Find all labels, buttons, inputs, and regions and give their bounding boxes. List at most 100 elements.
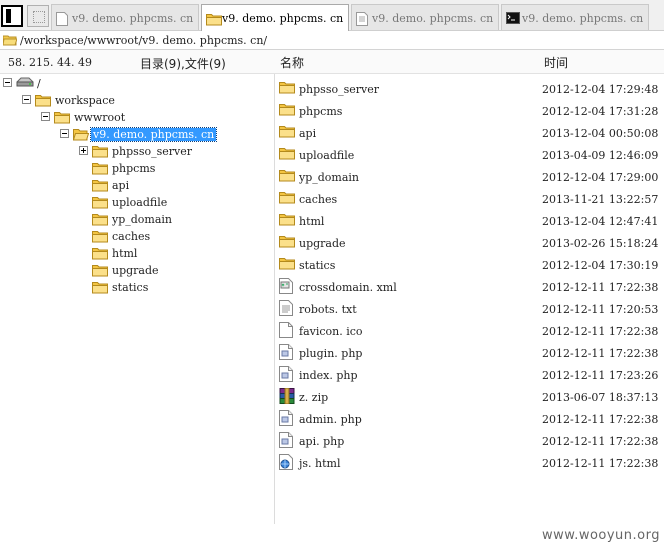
tree-node-label: v9. demo. phpcms. cn [89,127,218,142]
folder-icon [279,234,295,251]
folder-icon [35,93,51,110]
file-row[interactable]: favicon. ico 2012-12-11 17:22:38 [276,319,664,341]
file-row[interactable]: api 2013-12-04 00:50:08 [276,121,664,143]
collapse-toggle[interactable] [3,78,12,87]
file-row[interactable]: yp_domain 2012-12-04 17:29:00 [276,165,664,187]
tree-node[interactable]: statics [79,279,270,296]
sidebar-toggle-button[interactable] [1,5,23,27]
folder-icon [92,178,108,195]
file-time: 2012-12-04 17:29:48 [542,83,659,96]
file-name: plugin. php [299,347,363,360]
php-file-icon [279,410,293,429]
file-time: 2012-12-11 17:22:38 [542,457,659,470]
file-time: 2012-12-11 17:22:38 [542,435,659,448]
file-name: index. php [299,369,358,382]
file-name: api [299,127,317,140]
folder-icon [92,229,108,246]
folder-icon [206,12,222,29]
current-path[interactable]: /workspace/wwwroot/v9. demo. phpcms. cn/ [20,34,267,47]
folder-icon [279,212,295,229]
file-row[interactable]: crossdomain. xml 2012-12-11 17:22:38 [276,275,664,297]
tab-label: v9. demo. phpcms. cn [522,12,644,25]
tree-node-label: phpcms [112,162,156,175]
tree-node[interactable]: api [79,177,270,194]
file-name: crossdomain. xml [299,281,397,294]
file-name: upgrade [299,237,346,250]
php-file-icon [279,432,293,451]
file-row[interactable]: phpsso_server 2012-12-04 17:29:48 [276,77,664,99]
file-row[interactable]: phpcms 2012-12-04 17:31:28 [276,99,664,121]
file-name: uploadfile [299,149,355,162]
file-row[interactable]: uploadfile 2013-04-09 12:46:09 [276,143,664,165]
tree-node-label: phpsso_server [112,145,192,158]
tree-node[interactable]: workspace [22,92,270,109]
folder-icon [92,280,108,297]
folder-icon [92,212,108,229]
new-tab-button[interactable] [27,5,49,27]
text-file-icon [279,300,293,319]
tree-node[interactable]: upgrade [79,262,270,279]
xml-file-icon [279,278,293,297]
file-row[interactable]: api. php 2012-12-11 17:22:38 [276,429,664,451]
file-row[interactable]: plugin. php 2012-12-11 17:22:38 [276,341,664,363]
file-row[interactable]: robots. txt 2012-12-11 17:20:53 [276,297,664,319]
tree-node-label: wwwroot [74,111,126,124]
file-row[interactable]: index. php 2012-12-11 17:23:26 [276,363,664,385]
file-name: js. html [299,457,341,470]
file-row[interactable]: statics 2012-12-04 17:30:19 [276,253,664,275]
file-time: 2013-12-04 12:47:41 [542,215,659,228]
tree-node-label: caches [112,230,151,243]
column-header-time[interactable]: 时间 [544,54,568,71]
path-bar[interactable]: /workspace/wwwroot/v9. demo. phpcms. cn/ [0,31,664,50]
tree-node[interactable]: caches [79,228,270,245]
file-row[interactable]: html 2013-12-04 12:47:41 [276,209,664,231]
file-name: z. zip [299,391,329,404]
pane-splitter[interactable] [274,74,275,524]
server-ip: 58. 215. 44. 49 [8,56,92,69]
tree-node[interactable]: uploadfile [79,194,270,211]
tree-node[interactable]: html [79,245,270,262]
expand-toggle[interactable] [79,146,88,155]
file-name: statics [299,259,336,272]
tab-3[interactable]: v9. demo. phpcms. cn [351,4,499,30]
tab-4[interactable]: v9. demo. phpcms. cn [501,4,649,30]
file-row[interactable]: admin. php 2012-12-11 17:22:38 [276,407,664,429]
tab-1[interactable]: v9. demo. phpcms. cn [51,4,199,30]
folder-icon [92,195,108,212]
collapse-toggle[interactable] [41,112,50,121]
file-name: html [299,215,325,228]
watermark: www.wooyun.org [541,528,660,543]
dir-file-summary: 目录(9),文件(9) [140,57,226,71]
drive-icon [16,76,34,91]
folder-icon [279,124,295,141]
file-name: favicon. ico [299,325,363,338]
file-row[interactable]: caches 2013-11-21 13:22:57 [276,187,664,209]
tree-node[interactable]: phpcms [79,160,270,177]
tab-label: v9. demo. phpcms. cn [222,12,344,25]
tree-node[interactable]: wwwroot [41,109,270,126]
file-icon [56,12,68,29]
tree-node[interactable]: / [3,75,270,92]
file-name: phpsso_server [299,83,379,96]
file-row[interactable]: upgrade 2013-02-26 15:18:24 [276,231,664,253]
tree-node[interactable]: phpsso_server [79,143,270,160]
collapse-toggle[interactable] [22,95,31,104]
tab-2[interactable]: v9. demo. phpcms. cn [201,4,349,31]
tree-node-label: uploadfile [112,196,168,209]
file-time: 2013-04-09 12:46:09 [542,149,659,162]
file-row[interactable]: js. html 2012-12-11 17:22:38 [276,451,664,473]
tab-label: v9. demo. phpcms. cn [372,12,494,25]
file-time: 2012-12-11 17:20:53 [542,303,659,316]
collapse-toggle[interactable] [60,129,69,138]
php-file-icon [279,366,293,385]
document-icon [356,12,368,29]
tree-node-label: workspace [55,94,115,107]
tree-node[interactable]: v9. demo. phpcms. cn [60,126,270,143]
tree-node-label: statics [112,281,149,294]
folder-icon [279,256,295,273]
file-time: 2012-12-04 17:29:00 [542,171,659,184]
tree-node[interactable]: yp_domain [79,211,270,228]
column-header-name[interactable]: 名称 [280,54,304,71]
folder-icon [279,102,295,119]
file-row[interactable]: z. zip 2013-06-07 18:37:13 [276,385,664,407]
